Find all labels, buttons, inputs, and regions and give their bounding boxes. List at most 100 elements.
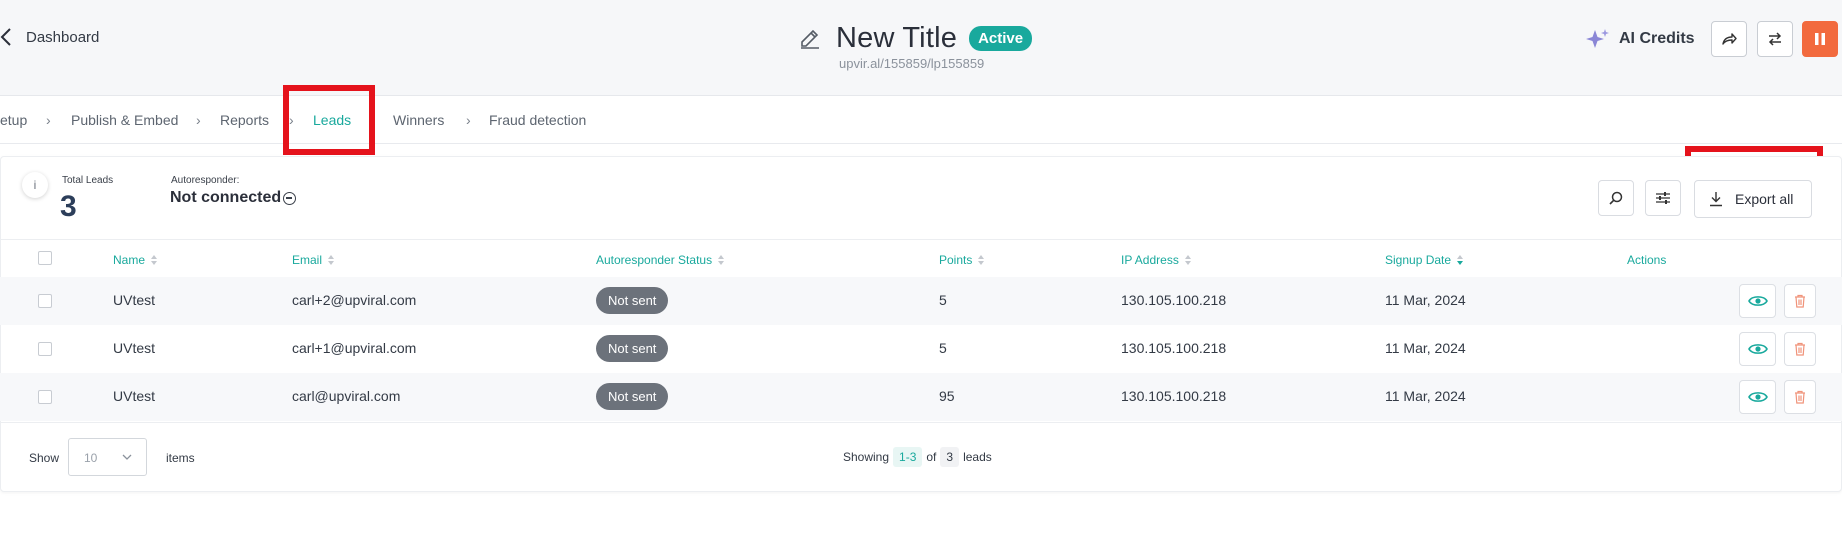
swap-arrows-icon xyxy=(1768,32,1782,46)
page-title[interactable]: New Title xyxy=(836,22,957,55)
view-lead-button[interactable] xyxy=(1739,380,1776,414)
column-header-signup-date[interactable]: Signup Date xyxy=(1385,253,1464,267)
info-icon[interactable]: i xyxy=(22,172,48,198)
back-chevron-icon[interactable] xyxy=(0,26,14,48)
chevron-right-icon: › xyxy=(46,112,51,128)
lead-email: carl+1@upviral.com xyxy=(292,340,417,356)
sort-icon xyxy=(978,254,985,266)
sort-icon xyxy=(328,254,335,266)
share-arrow-icon xyxy=(1722,33,1737,45)
autoresponder-status-badge: Not sent xyxy=(596,287,669,314)
eye-icon xyxy=(1747,296,1768,306)
chevron-right-icon: › xyxy=(466,112,471,128)
row-checkbox[interactable] xyxy=(38,294,52,308)
column-filter-button[interactable] xyxy=(1645,180,1681,216)
title-area: New Title Active xyxy=(798,20,1033,56)
total-pill: 3 xyxy=(940,447,960,467)
autoresponder-status-badge: Not sent xyxy=(596,383,669,410)
row-checkbox[interactable] xyxy=(38,390,52,404)
trash-icon xyxy=(1795,342,1805,356)
minus-circle-icon[interactable] xyxy=(283,191,297,205)
autoresponder-status-badge: Not sent xyxy=(596,335,669,362)
sliders-icon xyxy=(1656,192,1670,204)
autoresponder-label: Autoresponder: xyxy=(171,175,240,186)
trash-icon xyxy=(1795,294,1805,308)
row-checkbox[interactable] xyxy=(38,342,52,356)
step-setup[interactable]: etup xyxy=(0,112,27,128)
table-row: UVtest carl@upviral.com Not sent 95 130.… xyxy=(0,373,1842,421)
column-header-ip-address[interactable]: IP Address xyxy=(1121,253,1192,267)
items-label: items xyxy=(166,451,195,465)
autoresponder-value: Not connected xyxy=(170,189,297,207)
step-winners[interactable]: Winners xyxy=(393,112,444,128)
lead-ip-address: 130.105.100.218 xyxy=(1121,388,1227,404)
show-label: Show xyxy=(29,451,60,465)
share-button[interactable] xyxy=(1711,21,1747,57)
step-fraud-detection[interactable]: Fraud detection xyxy=(489,112,586,128)
showing-label: Showing xyxy=(843,450,890,464)
lead-signup-date: 11 Mar, 2024 xyxy=(1385,292,1466,308)
view-lead-button[interactable] xyxy=(1739,332,1776,366)
export-all-button[interactable]: Export all xyxy=(1694,180,1812,218)
chevron-right-icon: › xyxy=(196,112,201,128)
sort-icon xyxy=(718,254,725,266)
dashboard-link[interactable]: Dashboard xyxy=(26,29,99,46)
page-size-select[interactable]: 10 xyxy=(68,438,147,476)
sort-desc-icon xyxy=(1457,254,1464,266)
lead-ip-address: 130.105.100.218 xyxy=(1121,340,1227,356)
lead-points: 5 xyxy=(939,292,947,308)
lead-name: UVtest xyxy=(113,292,156,308)
top-header: Dashboard New Title Active upvir.al/1558… xyxy=(0,0,1842,96)
delete-lead-button[interactable] xyxy=(1784,332,1816,366)
steps-nav: etup › Publish & Embed › Reports › Leads… xyxy=(0,96,1842,144)
view-lead-button[interactable] xyxy=(1739,284,1776,318)
lead-name: UVtest xyxy=(113,388,156,404)
lead-ip-address: 130.105.100.218 xyxy=(1121,292,1227,308)
pagination-summary: Showing 1-3 of 3 leads xyxy=(843,447,992,467)
delete-lead-button[interactable] xyxy=(1784,284,1816,318)
lead-signup-date: 11 Mar, 2024 xyxy=(1385,340,1466,356)
ai-credits-button[interactable]: AI Credits xyxy=(1585,28,1695,50)
eye-icon xyxy=(1747,344,1768,354)
page-size-value: 10 xyxy=(84,451,98,465)
export-all-label: Export all xyxy=(1735,191,1794,207)
autoresponder-status-text: Not connected xyxy=(170,189,282,206)
eye-icon xyxy=(1747,392,1768,402)
ai-credits-label: AI Credits xyxy=(1619,30,1695,47)
lead-email: carl@upviral.com xyxy=(292,388,401,404)
delete-lead-button[interactable] xyxy=(1784,380,1816,414)
step-publish-embed[interactable]: Publish & Embed xyxy=(71,112,178,128)
lead-name: UVtest xyxy=(113,340,156,356)
highlight-box-leads xyxy=(283,85,375,155)
search-button[interactable] xyxy=(1598,180,1634,216)
lead-email: carl+2@upviral.com xyxy=(292,292,417,308)
table-row: UVtest carl+2@upviral.com Not sent 5 130… xyxy=(0,277,1842,325)
select-all-checkbox[interactable] xyxy=(38,251,52,265)
lead-signup-date: 11 Mar, 2024 xyxy=(1385,388,1466,404)
column-header-actions: Actions xyxy=(1627,253,1667,267)
pause-button[interactable] xyxy=(1802,21,1838,57)
leads-label: leads xyxy=(963,450,992,464)
of-label: of xyxy=(926,450,937,464)
table-header: Name Email Autoresponder Status Points I… xyxy=(0,239,1842,277)
lead-points: 95 xyxy=(939,388,955,404)
chevron-down-icon xyxy=(122,454,132,460)
column-header-email[interactable]: Email xyxy=(292,253,335,267)
column-header-points[interactable]: Points xyxy=(939,253,985,267)
column-header-name[interactable]: Name xyxy=(113,253,158,267)
download-icon xyxy=(1710,192,1722,207)
sort-icon xyxy=(151,254,158,266)
range-pill: 1-3 xyxy=(893,447,923,467)
lead-points: 5 xyxy=(939,340,947,356)
sort-icon xyxy=(1184,254,1192,266)
column-header-autoresponder-status[interactable]: Autoresponder Status xyxy=(596,253,725,267)
short-url[interactable]: upvir.al/155859/lp155859 xyxy=(839,56,984,71)
swap-button[interactable] xyxy=(1757,21,1793,57)
pencil-edit-icon[interactable] xyxy=(798,26,822,50)
total-leads-value: 3 xyxy=(60,190,77,223)
step-reports[interactable]: Reports xyxy=(220,112,269,128)
trash-icon xyxy=(1795,390,1805,404)
search-icon xyxy=(1609,191,1623,205)
pause-icon xyxy=(1815,33,1825,45)
status-badge: Active xyxy=(969,25,1033,51)
